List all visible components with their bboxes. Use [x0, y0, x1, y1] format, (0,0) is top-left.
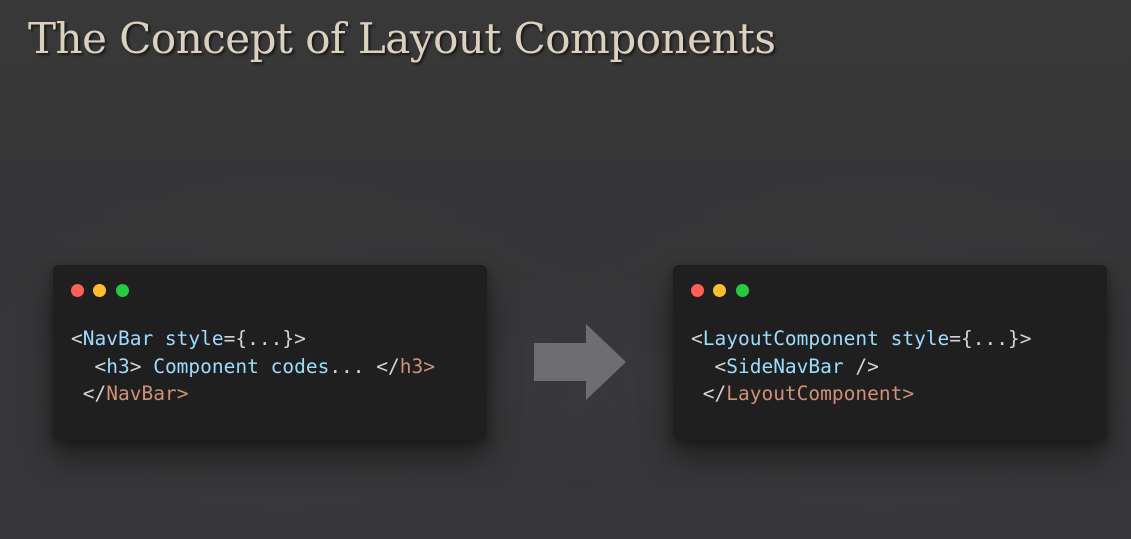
code-block-before: <NavBar style={...}> <h3> Component code… — [71, 325, 435, 408]
code-line: <SideNavBar /> — [691, 353, 1031, 381]
right-arrow-icon — [534, 324, 626, 400]
code-window-before: <NavBar style={...}> <h3> Component code… — [53, 265, 487, 440]
code-token: < — [691, 327, 703, 350]
code-token: ={...}> — [949, 327, 1032, 350]
maximize-dot-icon — [736, 284, 749, 297]
code-token: </ — [376, 354, 400, 378]
code-token: < — [94, 354, 107, 378]
code-token: LayoutComponent style — [702, 327, 950, 350]
code-token: LayoutComponent — [726, 382, 903, 405]
code-token: < — [71, 327, 83, 350]
code-token: > — [176, 382, 189, 405]
maximize-dot-icon — [116, 284, 129, 297]
code-token: NavBar — [106, 382, 177, 405]
code-token: h3 — [106, 354, 130, 378]
code-line: <LayoutComponent style={...}> — [691, 325, 1031, 353]
close-dot-icon — [71, 284, 84, 297]
code-line: <NavBar style={...}> — [71, 325, 435, 353]
code-token: Component codes — [153, 354, 330, 378]
code-token: h3 — [399, 354, 424, 378]
minimize-dot-icon — [713, 284, 726, 297]
code-token: > — [423, 354, 435, 378]
code-token: SideNavBar — [726, 354, 844, 378]
code-window-after: <LayoutComponent style={...}> <SideNavBa… — [673, 265, 1107, 440]
code-token: ... — [329, 354, 377, 378]
code-line: </LayoutComponent> — [691, 380, 1031, 408]
code-line: </NavBar> — [71, 380, 435, 408]
code-block-after: <LayoutComponent style={...}> <SideNavBa… — [691, 325, 1031, 408]
slide-title: The Concept of Layout Components — [28, 14, 776, 63]
code-token: </ — [702, 382, 727, 405]
code-token: </ — [82, 382, 107, 405]
code-token: /> — [843, 354, 879, 378]
code-token: NavBar style — [82, 327, 224, 350]
close-dot-icon — [691, 284, 704, 297]
minimize-dot-icon — [93, 284, 106, 297]
code-token: > — [902, 382, 915, 405]
code-token: ={...}> — [223, 327, 306, 350]
code-token: > — [129, 354, 154, 378]
code-line: <h3> Component codes... </h3> — [71, 353, 435, 381]
code-token: < — [714, 354, 727, 378]
